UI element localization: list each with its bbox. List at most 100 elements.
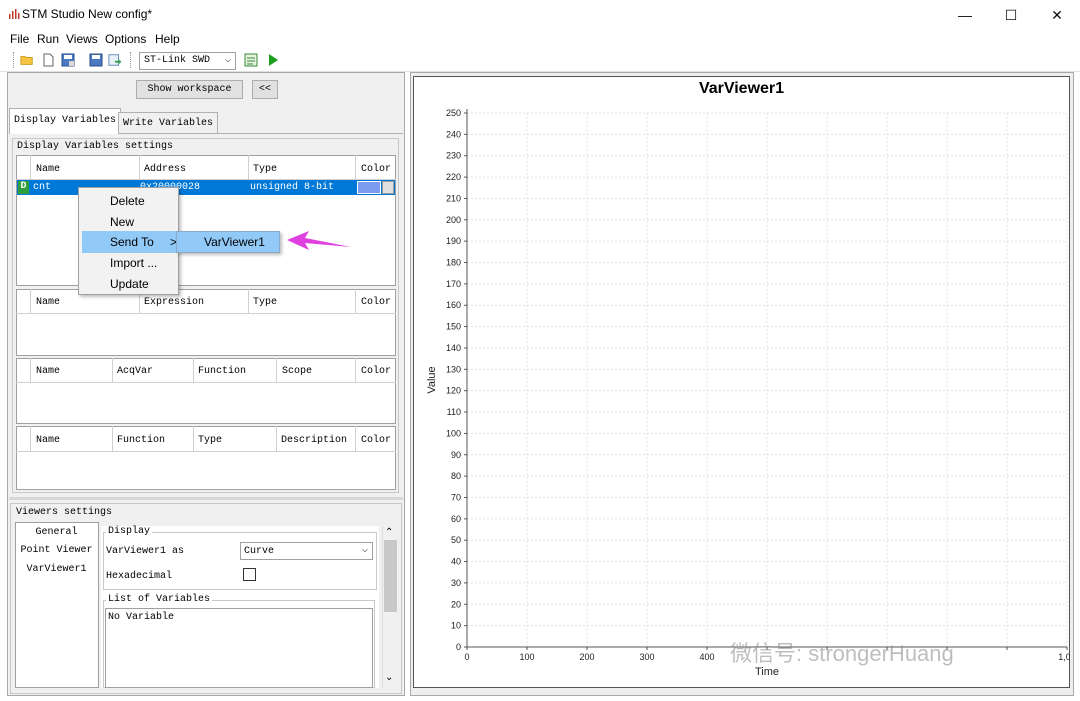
- y-tick-label: 220: [446, 172, 461, 182]
- import-icon[interactable]: [108, 53, 122, 67]
- y-tick-label: 90: [451, 450, 461, 460]
- tab-write-variables[interactable]: Write Variables: [118, 112, 219, 134]
- column-header-function[interactable]: Function: [198, 366, 246, 377]
- column-header-acqvar[interactable]: AcqVar: [117, 366, 153, 377]
- collapse-button[interactable]: <<: [252, 80, 278, 99]
- color-swatch[interactable]: [357, 181, 381, 194]
- menu-item-send-to[interactable]: Send To: [110, 235, 154, 249]
- run-icon[interactable]: [266, 53, 280, 67]
- close-button[interactable]: ✕: [1034, 0, 1080, 30]
- column-divider: [248, 289, 249, 313]
- column-header-address[interactable]: Address: [144, 164, 186, 175]
- y-tick-label: 10: [451, 621, 461, 631]
- y-tick-label: 50: [451, 535, 461, 545]
- menu-file[interactable]: File: [10, 32, 29, 46]
- viewer-config-icon[interactable]: [244, 53, 258, 67]
- column-divider: [30, 358, 31, 382]
- column-header-type[interactable]: Type: [198, 435, 222, 446]
- column-header-type[interactable]: Type: [253, 297, 277, 308]
- save-icon[interactable]: [89, 53, 103, 67]
- y-tick-label: 100: [446, 428, 461, 438]
- y-tick-label: 40: [451, 557, 461, 567]
- tab-display-variables[interactable]: Display Variables: [9, 108, 122, 134]
- row-type: unsigned 8-bit: [250, 182, 335, 193]
- no-variable-text: No Variable: [108, 612, 175, 623]
- column-header-color[interactable]: Color: [361, 164, 391, 175]
- column-divider: [355, 289, 356, 313]
- column-divider: [193, 358, 194, 382]
- menu-options[interactable]: Options: [105, 32, 146, 46]
- menu-item-new[interactable]: New: [110, 215, 134, 229]
- viewer-tab-point-viewer[interactable]: Point Viewer: [16, 545, 97, 563]
- column-header-color[interactable]: Color: [361, 435, 391, 446]
- display-settings-label: Display Variables settings: [17, 141, 174, 152]
- column-divider: [355, 155, 356, 179]
- column-header-type[interactable]: Type: [253, 164, 277, 175]
- app-icon: [9, 9, 20, 19]
- column-divider: [112, 426, 113, 451]
- minimize-button[interactable]: —: [942, 0, 988, 30]
- display-badge: D: [18, 181, 29, 194]
- menu-help[interactable]: Help: [155, 32, 180, 46]
- column-header-function[interactable]: Function: [117, 435, 165, 446]
- table-row[interactable]: [17, 180, 395, 195]
- y-tick-label: 200: [446, 215, 461, 225]
- color-picker-button[interactable]: [382, 181, 394, 194]
- viewer-tab-general[interactable]: General: [16, 527, 97, 545]
- title-bar: [0, 0, 1080, 30]
- y-tick-label: 20: [451, 599, 461, 609]
- hexadecimal-label: Hexadecimal: [106, 571, 173, 582]
- column-header-description[interactable]: Description: [281, 435, 347, 446]
- save-as-icon[interactable]: [61, 53, 75, 67]
- list-of-variables-label: List of Variables: [106, 594, 213, 605]
- column-divider: [30, 289, 31, 313]
- hexadecimal-checkbox[interactable]: [243, 568, 256, 581]
- y-tick-label: 160: [446, 300, 461, 310]
- y-tick-label: 120: [446, 386, 461, 396]
- scroll-up-icon[interactable]: ⌃: [385, 527, 393, 538]
- pane-splitter[interactable]: [9, 497, 403, 500]
- column-header-name[interactable]: Name: [36, 164, 60, 175]
- submenu-item-varviewer1[interactable]: VarViewer1: [204, 235, 265, 249]
- y-tick-label: 140: [446, 343, 461, 353]
- column-header-name[interactable]: Name: [36, 297, 60, 308]
- y-tick-label: 170: [446, 279, 461, 289]
- column-header-name[interactable]: Name: [36, 366, 60, 377]
- column-header-color[interactable]: Color: [361, 297, 391, 308]
- maximize-button[interactable]: ☐: [988, 0, 1034, 30]
- column-header-color[interactable]: Color: [361, 366, 391, 377]
- chevron-down-icon: ⌵: [361, 545, 368, 556]
- scrollbar-thumb[interactable]: [384, 540, 397, 612]
- open-folder-icon[interactable]: [20, 53, 34, 67]
- y-tick-label: 190: [446, 236, 461, 246]
- new-file-icon[interactable]: [41, 53, 55, 67]
- y-tick-label: 80: [451, 471, 461, 481]
- window-title: STM Studio New config*: [22, 7, 153, 21]
- menu-item-delete[interactable]: Delete: [110, 194, 145, 208]
- y-tick-label: 240: [446, 129, 461, 139]
- column-divider: [193, 426, 194, 451]
- chart-canvas[interactable]: 0 10 20 30 40 50 60 70 80 90 100 110 120 130 140 150 160…: [413, 76, 1070, 688]
- viewer-tab-varviewer1[interactable]: VarViewer1: [16, 564, 97, 582]
- column-divider: [355, 358, 356, 382]
- menu-run[interactable]: Run: [37, 32, 59, 46]
- x-tick-label: 1,00: [1058, 652, 1070, 662]
- table-header-divider: [16, 382, 396, 383]
- column-divider: [30, 426, 31, 451]
- view-as-select[interactable]: Curve ⌵: [240, 542, 373, 560]
- probe-select-value: ST-Link SWD: [144, 55, 211, 66]
- menu-item-update[interactable]: Update: [110, 277, 149, 291]
- chevron-down-icon: ⌵: [224, 55, 231, 66]
- menu-item-import[interactable]: Import ...: [110, 256, 157, 270]
- column-divider: [248, 155, 249, 179]
- menu-views[interactable]: Views: [66, 32, 98, 46]
- show-workspace-button[interactable]: Show workspace: [136, 80, 243, 99]
- y-tick-label: 110: [447, 407, 461, 417]
- scroll-down-icon[interactable]: ⌄: [385, 672, 393, 683]
- y-tick-label: 250: [446, 108, 461, 118]
- column-header-expression[interactable]: Expression: [144, 297, 204, 308]
- column-header-name[interactable]: Name: [36, 435, 60, 446]
- column-header-scope[interactable]: Scope: [282, 366, 312, 377]
- probe-select[interactable]: ST-Link SWD ⌵: [139, 52, 236, 70]
- y-tick-label: 60: [451, 514, 461, 524]
